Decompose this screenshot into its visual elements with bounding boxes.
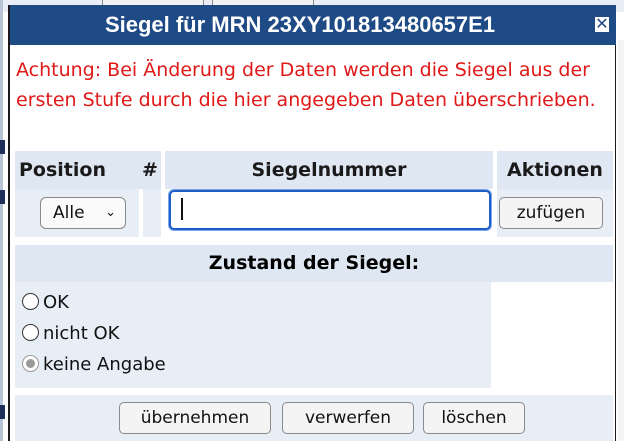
radio-option-ok[interactable]: OK xyxy=(22,290,69,316)
radio-button[interactable] xyxy=(22,324,39,341)
hash-cell xyxy=(143,189,161,237)
radio-button[interactable] xyxy=(22,293,39,310)
radio-option-no-info[interactable]: keine Angabe xyxy=(22,352,166,378)
discard-button[interactable]: verwerfen xyxy=(282,402,414,434)
radio-label: keine Angabe xyxy=(43,354,166,375)
radio-label: OK xyxy=(43,292,69,313)
column-header-seal-number: Siegelnummer xyxy=(165,151,493,189)
seal-number-input[interactable] xyxy=(169,190,491,230)
background-marker xyxy=(0,140,5,154)
position-select-value: Alle xyxy=(53,203,85,223)
radio-button-selected[interactable] xyxy=(22,355,39,372)
apply-button[interactable]: übernehmen xyxy=(119,402,271,434)
close-icon[interactable]: ✕ xyxy=(594,16,610,33)
chevron-down-icon: ⌄ xyxy=(105,205,116,220)
text-cursor xyxy=(181,198,183,220)
background-page-edge xyxy=(0,0,3,441)
column-header-actions: Aktionen xyxy=(497,151,613,189)
dialog-titlebar[interactable]: Siegel für MRN 23XY101813480657E1 ✕ xyxy=(10,5,616,45)
add-seal-button[interactable]: zufügen xyxy=(499,197,603,229)
warning-message: Achtung: Bei Änderung der Daten werden d… xyxy=(16,59,596,111)
background-marker xyxy=(0,190,5,204)
column-header-position: Position xyxy=(15,151,139,189)
radio-label: nicht OK xyxy=(43,323,120,344)
position-select[interactable]: Alle ⌄ xyxy=(40,197,126,229)
radio-option-not-ok[interactable]: nicht OK xyxy=(22,321,119,347)
column-header-hash: # xyxy=(139,151,161,189)
seal-dialog: Siegel für MRN 23XY101813480657E1 ✕ Acht… xyxy=(8,5,616,441)
delete-button[interactable]: löschen xyxy=(423,402,525,434)
background-marker xyxy=(0,405,5,419)
dialog-title: Siegel für MRN 23XY101813480657E1 xyxy=(104,12,496,37)
background-page-edge xyxy=(618,40,624,441)
condition-heading: Zustand der Siegel: xyxy=(15,245,613,282)
